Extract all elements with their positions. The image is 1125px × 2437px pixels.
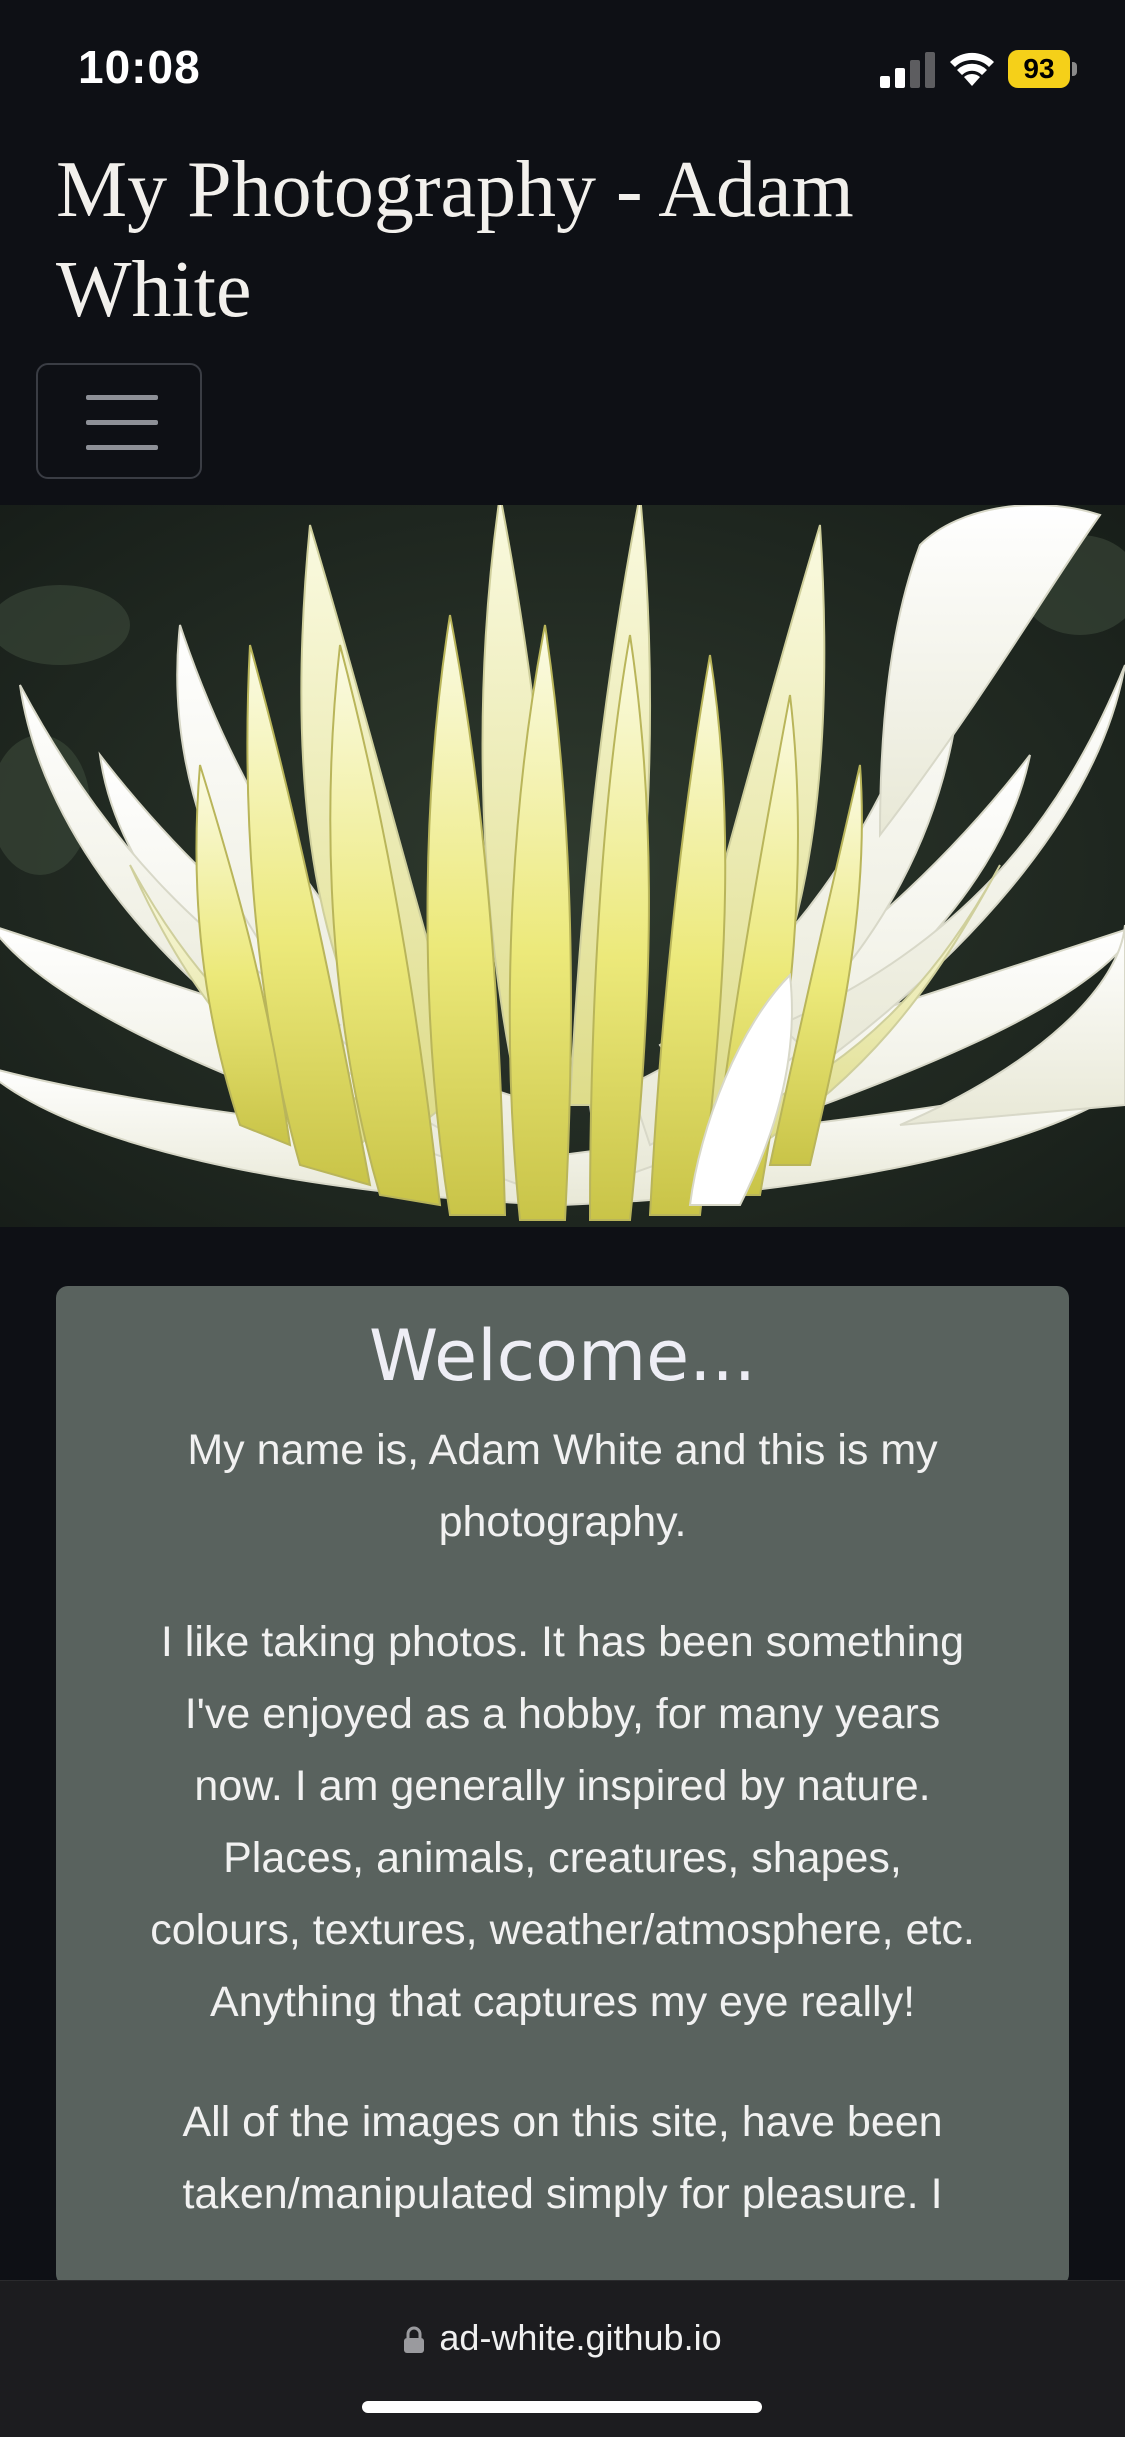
url-display[interactable]: ad-white.github.io — [0, 2317, 1125, 2359]
lock-icon — [404, 2327, 425, 2354]
home-indicator[interactable] — [362, 2401, 762, 2413]
hobby-paragraph: I like taking photos. It has been someth… — [150, 1618, 975, 2026]
wifi-icon — [950, 52, 994, 86]
welcome-text: My name is, Adam White and this is my ph… — [146, 1414, 979, 2278]
status-time: 10:08 — [78, 41, 201, 93]
browser-address-bar[interactable]: ad-white.github.io — [0, 2280, 1125, 2437]
battery-icon: 93 — [1008, 50, 1078, 88]
dahlia-flower-image — [0, 505, 1125, 1227]
images-paragraph: All of the images on this site, have bee… — [182, 2098, 943, 2218]
hero-image — [0, 505, 1125, 1227]
intro-paragraph: My name is, Adam White and this is my ph… — [187, 1426, 938, 1546]
url-text: ad-white.github.io — [439, 2317, 722, 2358]
cellular-signal-icon — [880, 52, 935, 88]
status-bar: 10:08 93 — [0, 0, 1125, 130]
battery-level: 93 — [1008, 50, 1070, 88]
hamburger-menu-button[interactable] — [36, 363, 202, 479]
site-title[interactable]: My Photography - Adam White — [56, 140, 1056, 340]
welcome-heading: Welcome... — [369, 1315, 756, 1397]
welcome-card: Welcome... My name is, Adam White and th… — [56, 1286, 1069, 2286]
